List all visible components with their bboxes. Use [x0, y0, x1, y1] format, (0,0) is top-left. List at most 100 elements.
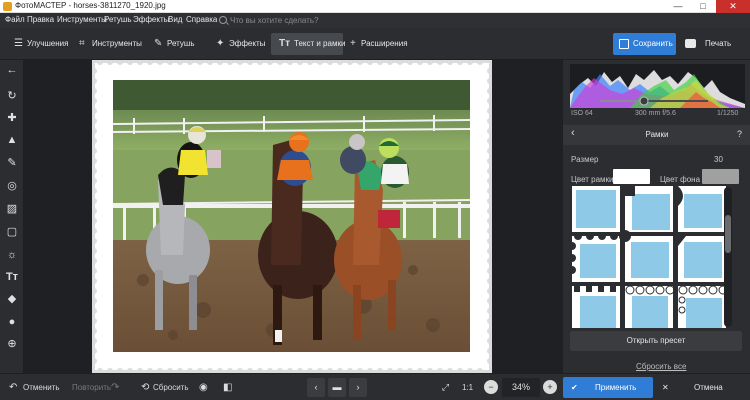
- menu-view[interactable]: Вид: [168, 15, 182, 24]
- rotate-icon[interactable]: ↻: [4, 88, 20, 104]
- fill-icon[interactable]: ◆: [4, 291, 20, 307]
- crop-icon: ⌗: [79, 38, 85, 49]
- target-icon[interactable]: ⊕: [4, 336, 20, 352]
- sliders-icon: ☰: [14, 38, 23, 49]
- tab-retouch[interactable]: ✎ Ретушь: [146, 33, 206, 55]
- menu-effects[interactable]: Эффекты: [133, 15, 169, 24]
- tab-extensions[interactable]: + Расширения: [345, 33, 411, 55]
- tab-tools-label: Инструменты: [92, 39, 142, 48]
- redo-button[interactable]: Повторить: [72, 374, 111, 400]
- light-icon[interactable]: ☼: [4, 247, 20, 263]
- bottom-bar: ↶ Отменить Повторить ↷ ⟲ Сбросить ◉ ◧ ‹ …: [0, 373, 750, 400]
- frame-preset-5: [619, 230, 673, 282]
- frame-preset-4: [572, 232, 620, 282]
- frame-color-swatch[interactable]: [613, 169, 650, 184]
- size-value: 30: [714, 155, 723, 164]
- fit-screen-icon[interactable]: ⤢: [437, 378, 454, 397]
- framed-photo[interactable]: [92, 60, 492, 373]
- redo-icon[interactable]: ↷: [111, 374, 119, 400]
- zoom-ratio-button[interactable]: 1:1: [462, 374, 473, 400]
- menu-file[interactable]: Файл: [5, 15, 25, 24]
- size-slider-fill: [600, 100, 644, 102]
- size-label: Размер: [571, 155, 599, 164]
- cancel-button[interactable]: ✕ Отмена: [656, 377, 746, 398]
- save-button-label: Сохранить: [633, 39, 673, 48]
- open-preset-button[interactable]: Открыть пресет: [570, 331, 742, 351]
- frame-preset-3: [678, 186, 726, 232]
- size-slider[interactable]: [600, 96, 708, 106]
- text-frame-icon: Tт: [279, 38, 291, 49]
- undo-button[interactable]: Отменить: [23, 374, 60, 400]
- compare-icon[interactable]: ◧: [223, 374, 232, 400]
- exif-lens: 300 mm f/5.6: [635, 110, 676, 117]
- close-window-button[interactable]: ✕: [716, 0, 750, 13]
- tab-tools[interactable]: ⌗ Инструменты: [71, 33, 143, 55]
- size-slider-handle[interactable]: [639, 96, 649, 106]
- folder-icon[interactable]: ▬: [328, 378, 346, 397]
- next-image-button[interactable]: ›: [349, 378, 367, 397]
- maximize-button[interactable]: □: [691, 0, 715, 13]
- left-tool-rail: ← ↻ ✚ ▲ ✎ ◎ ▨ ▢ ☼ Tт ◆ ● ⊕: [0, 60, 24, 373]
- reset-all-link[interactable]: Сбросить все: [636, 362, 686, 371]
- print-button[interactable]: Печать: [681, 33, 747, 55]
- gradient-icon[interactable]: ▨: [4, 201, 20, 217]
- tab-text-frames[interactable]: Tт Текст и рамки: [271, 33, 345, 55]
- apply-button-label: Применить: [595, 383, 637, 392]
- window-title: ФотоМАСТЕР - horses-3811270_1920.jpg: [15, 1, 166, 10]
- zoom-out-button[interactable]: −: [484, 380, 498, 394]
- radial-filter-icon[interactable]: ◎: [4, 178, 20, 194]
- reset-icon[interactable]: ⟲: [141, 374, 149, 400]
- plus-icon: +: [350, 38, 356, 49]
- undo-icon[interactable]: ↶: [9, 374, 17, 400]
- help-icon[interactable]: ?: [737, 129, 742, 139]
- reset-button[interactable]: Сбросить: [153, 374, 189, 400]
- frame-preset-2: [625, 186, 673, 232]
- search-icon: [219, 16, 227, 24]
- frames-grid: [572, 186, 730, 328]
- prev-image-button[interactable]: ‹: [307, 378, 325, 397]
- stamp-icon[interactable]: ▲: [4, 132, 20, 148]
- frame-preset-6: [678, 236, 726, 282]
- back-arrow-icon[interactable]: ←: [4, 62, 20, 78]
- frames-scrollbar[interactable]: [724, 187, 732, 327]
- exif-shutter: 1/1250: [717, 110, 739, 117]
- apply-button[interactable]: ✔ Применить: [563, 377, 653, 398]
- panel-title: Рамки: [645, 130, 669, 139]
- frame-preset-1: [572, 186, 620, 232]
- tab-enhance-label: Улучшения: [27, 39, 69, 48]
- menu-edit[interactable]: Правка: [27, 15, 54, 24]
- tab-enhance[interactable]: ☰ Улучшения: [6, 33, 68, 55]
- magic-wand-icon: ✦: [216, 38, 225, 49]
- frame-preset-9: [678, 285, 728, 328]
- lasso-icon[interactable]: ●: [4, 314, 20, 330]
- minimize-button[interactable]: —: [666, 0, 690, 13]
- tab-effects[interactable]: ✦ Эффекты: [208, 33, 270, 55]
- checkmark-icon: ✔: [571, 383, 578, 392]
- zoom-in-button[interactable]: +: [543, 380, 557, 394]
- menu-help[interactable]: Справка: [186, 15, 217, 24]
- brush-icon[interactable]: ✎: [4, 155, 20, 171]
- menu-retouch[interactable]: Ретушь: [104, 15, 132, 24]
- panel-header: ‹ Рамки ?: [563, 125, 750, 145]
- cancel-button-label: Отмена: [694, 383, 723, 392]
- frame-preset-8: [625, 285, 675, 328]
- frames-grid-graphic: [572, 186, 728, 328]
- zoom-level[interactable]: 34%: [502, 378, 540, 397]
- print-button-label: Печать: [705, 39, 732, 48]
- text-icon[interactable]: Tт: [4, 269, 20, 285]
- brush-icon: ✎: [154, 38, 163, 49]
- bg-color-swatch[interactable]: [702, 169, 739, 184]
- healing-patch-icon[interactable]: ✚: [4, 110, 20, 126]
- frames-scrollbar-thumb[interactable]: [725, 215, 731, 253]
- frame-color-label: Цвет рамки: [571, 175, 614, 184]
- search-input[interactable]: [230, 14, 370, 26]
- bg-color-label: Цвет фона: [660, 175, 701, 184]
- printer-icon: [685, 39, 696, 48]
- tab-extensions-label: Расширения: [361, 39, 408, 48]
- menu-tools[interactable]: Инструменты: [57, 15, 107, 24]
- vignette-icon[interactable]: ▢: [4, 224, 20, 240]
- save-button[interactable]: Сохранить: [613, 33, 676, 55]
- cancel-x-icon: ✕: [662, 383, 669, 392]
- tab-effects-label: Эффекты: [229, 39, 266, 48]
- eye-icon[interactable]: ◉: [199, 374, 208, 400]
